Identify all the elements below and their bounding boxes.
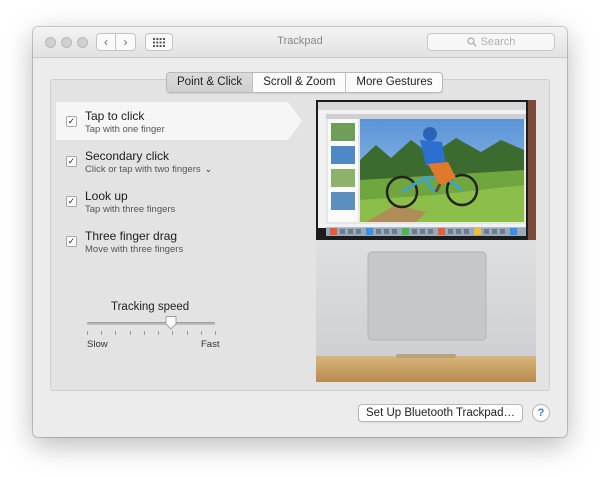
setup-bluetooth-trackpad-button[interactable]: Set Up Bluetooth Trackpad…	[358, 404, 523, 422]
option-subtitle: Click or tap with two fingers	[85, 164, 201, 175]
checkmark-icon: ✓	[67, 116, 76, 126]
slider-tick	[101, 331, 102, 335]
tab-more-gestures[interactable]: More Gestures	[345, 73, 442, 92]
option-title: Look up	[85, 189, 128, 203]
option-subtitle: Tap with three fingers	[85, 204, 176, 215]
tab-point-click[interactable]: Point & Click	[167, 73, 253, 92]
slider-max-label: Fast	[201, 339, 220, 350]
search-placeholder: Search	[480, 36, 516, 48]
option-secondary-click[interactable]: ✓ Secondary click Click or tap with two …	[56, 142, 296, 180]
tracking-speed-track[interactable]	[87, 322, 215, 325]
slider-tick	[187, 331, 188, 335]
secondary-click-checkbox[interactable]: ✓	[66, 156, 77, 167]
secondary-click-dropdown[interactable]: Click or tap with two fingers ⌄	[85, 164, 212, 175]
tap-to-click-checkbox[interactable]: ✓	[66, 116, 77, 127]
three-finger-drag-checkbox[interactable]: ✓	[66, 236, 77, 247]
tracking-speed-thumb[interactable]	[165, 316, 177, 330]
slider-thumb-icon	[166, 316, 177, 330]
option-tap-to-click[interactable]: ✓ Tap to click Tap with one finger	[56, 102, 302, 140]
search-field[interactable]: Search	[427, 33, 555, 51]
chevron-down-icon: ⌄	[204, 164, 213, 174]
option-title: Secondary click	[85, 149, 170, 163]
option-title: Tap to click	[85, 109, 145, 123]
option-subtitle: Tap with one finger	[85, 124, 165, 135]
checkmark-icon: ✓	[67, 196, 76, 206]
tab-scroll-zoom[interactable]: Scroll & Zoom	[252, 73, 345, 92]
preferences-window: ‹ › Trackpad Search Point & Click Scroll…	[33, 27, 567, 437]
slider-tick	[215, 331, 216, 335]
option-look-up[interactable]: ✓ Look up Tap with three fingers	[56, 182, 296, 220]
title-bar: ‹ › Trackpad Search	[33, 27, 567, 58]
help-icon: ?	[537, 407, 545, 419]
option-three-finger-drag[interactable]: ✓ Three finger drag Move with three fing…	[56, 222, 296, 260]
tracking-speed-label: Tracking speed	[111, 301, 190, 313]
help-button[interactable]: ?	[532, 404, 550, 422]
slider-tick	[130, 331, 131, 335]
slider-tick	[87, 331, 88, 335]
look-up-checkbox[interactable]: ✓	[66, 196, 77, 207]
option-subtitle: Move with three fingers	[85, 244, 184, 255]
search-icon	[466, 37, 477, 47]
slider-tick	[201, 331, 202, 335]
slider-tick	[172, 331, 173, 335]
checkmark-icon: ✓	[67, 156, 76, 166]
macbook-illustration	[316, 100, 536, 382]
slider-tick	[158, 331, 159, 335]
tab-bar: Point & Click Scroll & Zoom More Gesture…	[166, 72, 444, 93]
checkmark-icon: ✓	[67, 236, 76, 246]
slider-tick	[144, 331, 145, 335]
slider-min-label: Slow	[87, 339, 108, 350]
option-title: Three finger drag	[85, 229, 178, 243]
selection-pointer	[288, 102, 302, 140]
slider-tick	[115, 331, 116, 335]
gesture-preview-image	[316, 100, 536, 382]
